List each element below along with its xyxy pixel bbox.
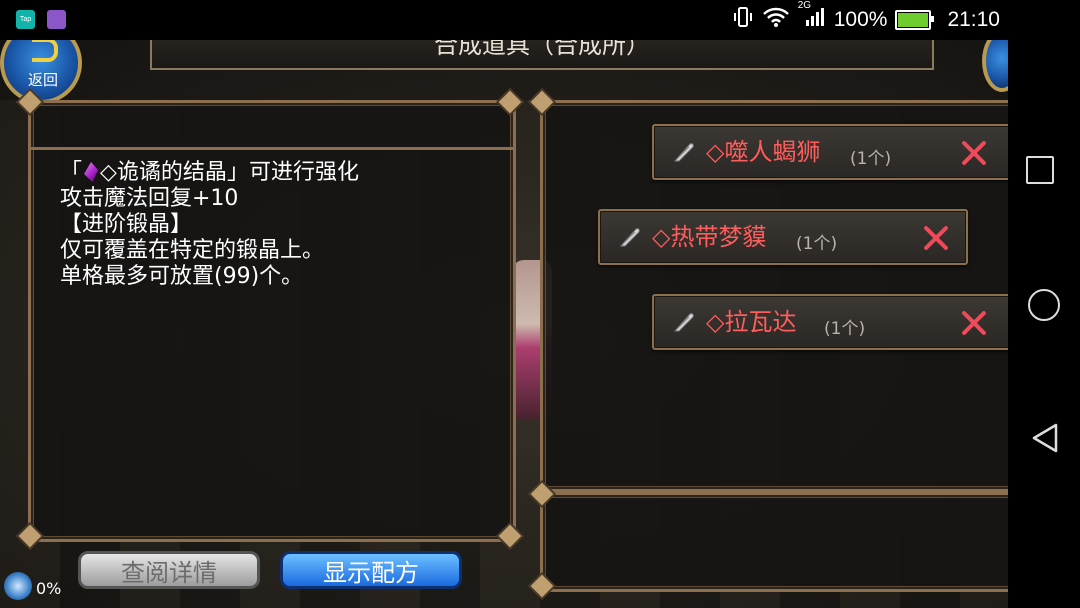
description-line: 仅可覆盖在特定的锻晶上。	[60, 238, 325, 263]
item-description: 「◇诡谲的结晶」可进行强化 攻击魔法回复+10 【进阶锻晶】 仅可覆盖在特定的锻…	[60, 160, 490, 290]
feather-icon	[673, 313, 694, 332]
description-line: 单格最多可放置(99)个。	[60, 264, 304, 289]
back-button[interactable]: 返回	[0, 40, 82, 104]
view-details-button[interactable]: 查阅详情	[78, 551, 260, 589]
return-arrow-icon	[32, 40, 58, 62]
show-recipe-button[interactable]: 显示配方	[280, 551, 462, 589]
remove-icon[interactable]	[960, 309, 988, 337]
remove-icon[interactable]	[960, 139, 988, 167]
network-type: 2G	[797, 0, 812, 11]
description-line: 【进阶锻晶】	[60, 212, 193, 237]
screen: Tap 2G 100% 21:10 合成道具（合成所） 返回 「 ◇诡谲的结晶」…	[0, 0, 1080, 608]
gallery-app-icon	[47, 10, 66, 29]
recipe-item-name: ◇热带梦貘	[652, 223, 767, 251]
panel-header-strip	[31, 103, 513, 150]
page-title: 合成道具（合成所）	[150, 40, 934, 70]
status-bar: Tap 2G 100% 21:10	[0, 0, 1080, 40]
vibrate-icon	[732, 6, 754, 34]
download-progress: 0%	[36, 579, 62, 598]
purple-crystal-icon	[84, 162, 99, 182]
recipe-item[interactable]: ◇热带梦貘 (1个)	[598, 209, 968, 265]
back-label: 返回	[27, 71, 58, 89]
recipe-item-count: (1个)	[824, 319, 866, 339]
recipe-item[interactable]: ◇噬人蝎狮 (1个)	[652, 124, 1008, 180]
recipe-item-name: ◇噬人蝎狮	[706, 138, 821, 166]
menu-orb-button[interactable]	[982, 40, 1008, 92]
recipe-item-name: ◇拉瓦达	[706, 308, 797, 336]
navigation-bar	[1008, 40, 1080, 608]
wifi-icon	[762, 6, 790, 34]
home-button[interactable]	[1028, 289, 1060, 321]
description-line: 「◇诡谲的结晶」可进行强化	[60, 160, 359, 185]
tap-app-icon: Tap	[16, 10, 35, 29]
description-line: 攻击魔法回复+10	[60, 186, 239, 211]
battery-level	[898, 13, 929, 27]
recents-button[interactable]	[1026, 156, 1054, 184]
game-view: 合成道具（合成所） 返回 「◇诡谲的结晶」可进行强化 攻击魔法回复+10 【进阶…	[0, 40, 1008, 608]
feather-icon	[673, 143, 694, 162]
signal-icon: 2G	[798, 0, 826, 34]
feather-icon	[619, 228, 640, 247]
loading-spinner-icon	[4, 572, 32, 600]
status-right: 2G 100% 21:10	[732, 0, 1000, 35]
recipe-result-panel	[540, 492, 1008, 592]
remove-icon[interactable]	[922, 224, 950, 252]
recipe-item-count: (1个)	[850, 149, 892, 169]
recipe-item-count: (1个)	[796, 234, 838, 254]
back-nav-button[interactable]	[1030, 422, 1060, 454]
clock: 21:10	[947, 8, 1000, 31]
battery-icon	[895, 10, 935, 30]
recipe-item[interactable]: ◇拉瓦达 (1个)	[652, 294, 1008, 350]
crystal-name: ◇诡谲的结晶	[100, 160, 227, 185]
battery-percent: 100%	[833, 8, 888, 31]
